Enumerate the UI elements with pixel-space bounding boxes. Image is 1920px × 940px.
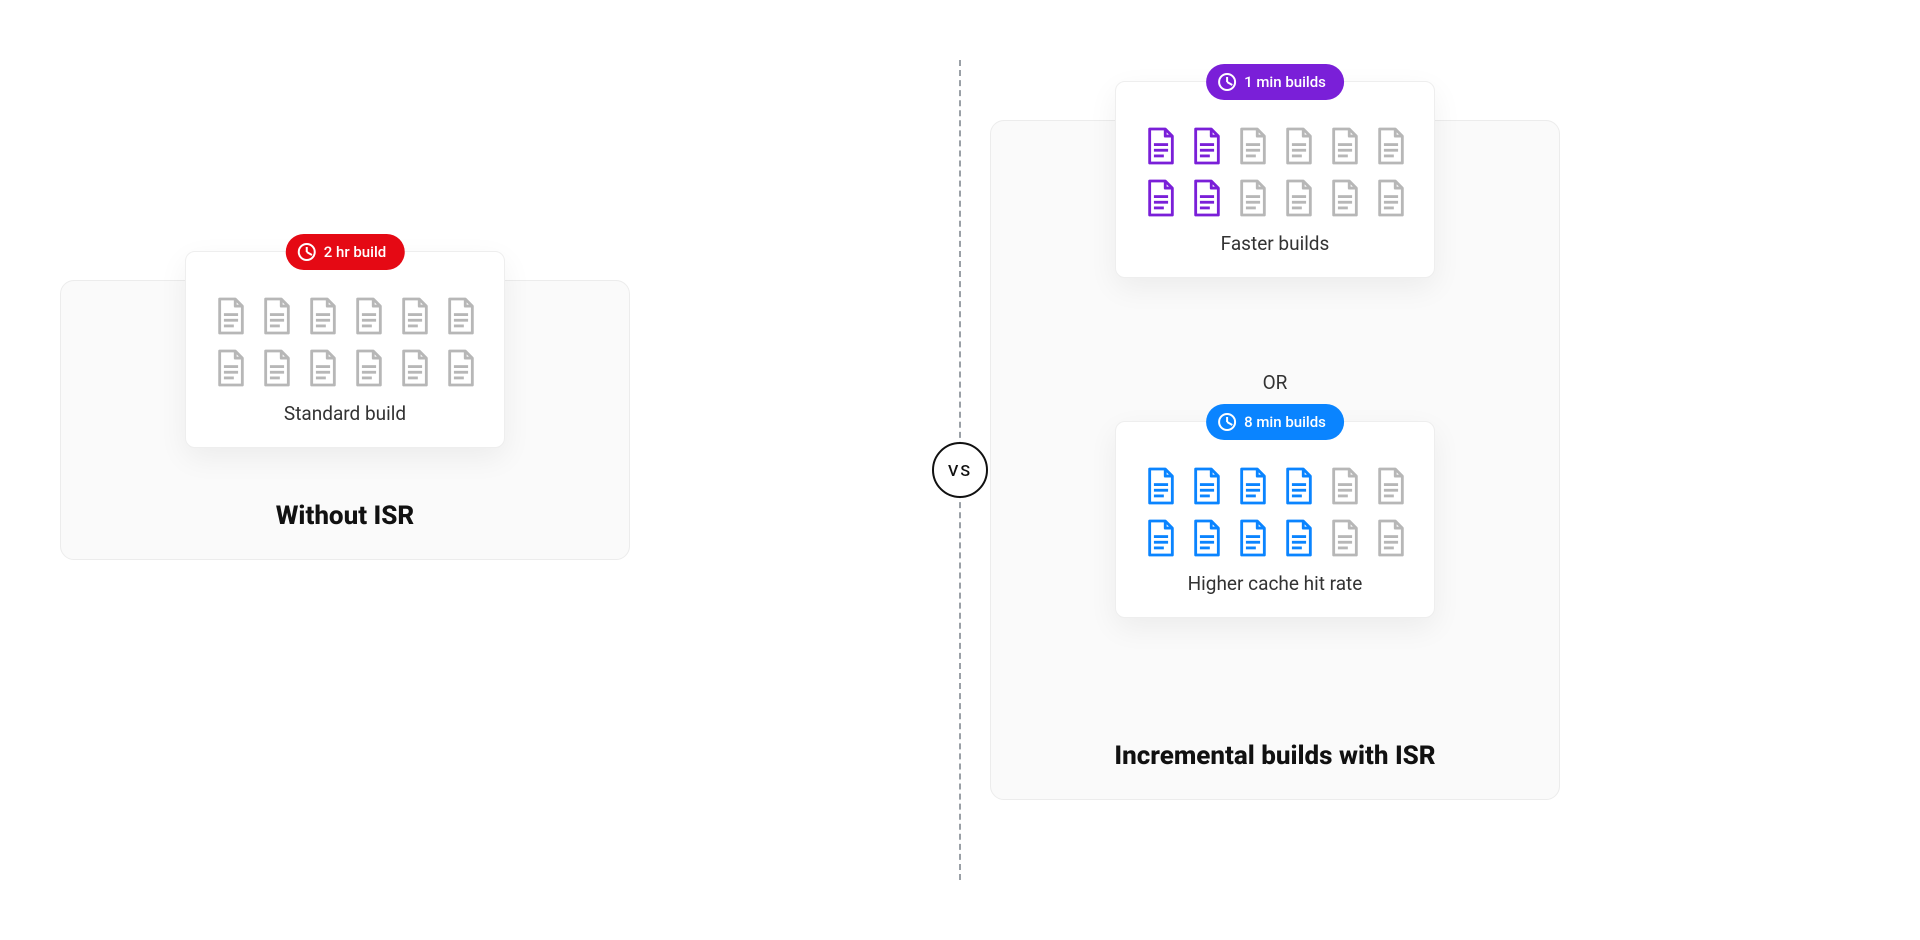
clock-icon (298, 243, 316, 261)
document-icon (1190, 178, 1224, 218)
card-standard-build: 2 hr build (185, 251, 505, 448)
document-icon (214, 296, 248, 336)
clock-icon (1218, 73, 1236, 91)
document-icon (398, 348, 432, 388)
diagram-canvas: VS 2 hr build (0, 0, 1920, 940)
document-icon (214, 348, 248, 388)
document-icon (1190, 466, 1224, 506)
document-icon (352, 348, 386, 388)
docs-grid (214, 296, 476, 388)
panel-title: Incremental builds with ISR (991, 741, 1559, 771)
document-icon (1236, 178, 1270, 218)
document-icon (1328, 178, 1362, 218)
card-faster-builds: 1 min builds (1115, 81, 1435, 278)
document-icon (1328, 466, 1362, 506)
document-icon (1374, 466, 1408, 506)
document-icon (306, 296, 340, 336)
document-icon (1144, 126, 1178, 166)
card-caption: Standard build (214, 402, 476, 425)
document-icon (1282, 466, 1316, 506)
document-icon (260, 296, 294, 336)
document-icon (1374, 518, 1408, 558)
card-caption: Faster builds (1144, 232, 1406, 255)
docs-grid (1144, 126, 1406, 218)
document-icon (398, 296, 432, 336)
card-higher-cache: 8 min builds (1115, 421, 1435, 618)
panel-title: Without ISR (61, 501, 629, 531)
document-icon (306, 348, 340, 388)
document-icon (1236, 126, 1270, 166)
panel-without-isr: 2 hr build (60, 280, 630, 560)
document-icon (444, 348, 478, 388)
document-icon (444, 296, 478, 336)
clock-icon (1218, 413, 1236, 431)
document-icon (1236, 518, 1270, 558)
or-separator: OR (991, 371, 1559, 394)
document-icon (1282, 126, 1316, 166)
document-icon (1328, 518, 1362, 558)
document-icon (260, 348, 294, 388)
document-icon (1374, 178, 1408, 218)
card-caption: Higher cache hit rate (1144, 572, 1406, 595)
build-time-pill: 8 min builds (1206, 404, 1344, 440)
document-icon (352, 296, 386, 336)
document-icon (1190, 126, 1224, 166)
document-icon (1282, 178, 1316, 218)
document-icon (1144, 518, 1178, 558)
document-icon (1328, 126, 1362, 166)
build-time-pill: 1 min builds (1206, 64, 1344, 100)
pill-label: 1 min builds (1244, 73, 1326, 91)
pill-label: 2 hr build (324, 243, 387, 261)
document-icon (1236, 466, 1270, 506)
document-icon (1144, 178, 1178, 218)
docs-grid (1144, 466, 1406, 558)
vs-badge: VS (932, 442, 988, 498)
build-time-pill: 2 hr build (286, 234, 405, 270)
document-icon (1282, 518, 1316, 558)
document-icon (1190, 518, 1224, 558)
document-icon (1374, 126, 1408, 166)
document-icon (1144, 466, 1178, 506)
panel-with-isr: 1 min builds (990, 120, 1560, 800)
pill-label: 8 min builds (1244, 413, 1326, 431)
